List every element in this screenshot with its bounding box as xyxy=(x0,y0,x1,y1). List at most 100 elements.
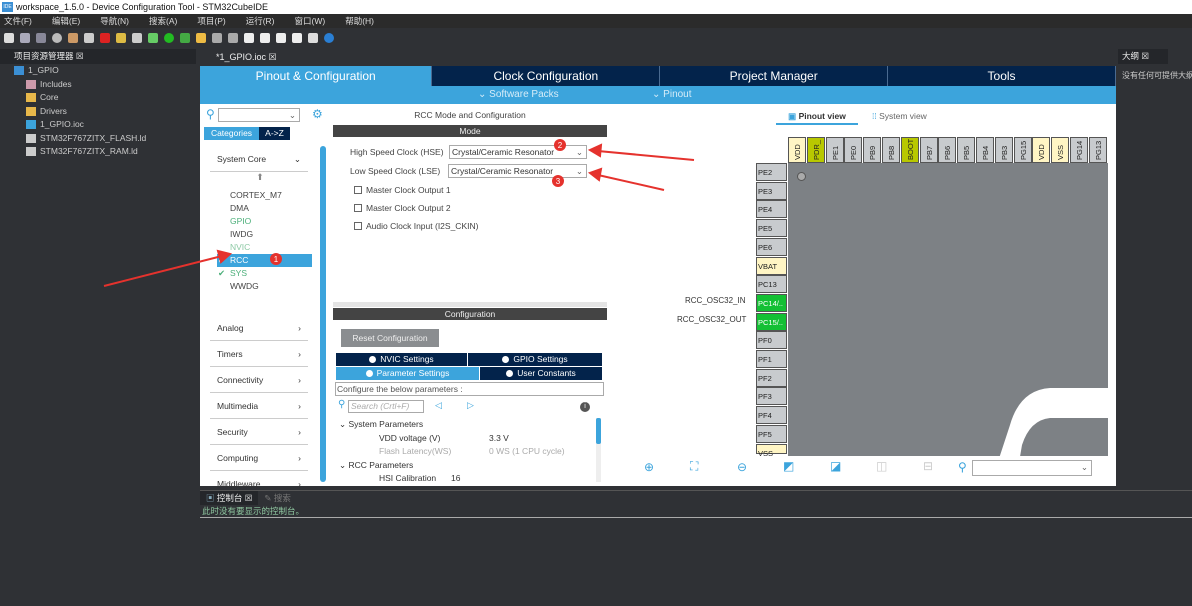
parameter-search-input[interactable]: Search (Crtl+F) xyxy=(348,400,424,413)
menu-edit[interactable]: 编辑(E) xyxy=(48,14,86,28)
pin-pg13[interactable]: PG13 xyxy=(1088,137,1107,163)
pin-search-select[interactable]: ⌄ xyxy=(972,460,1092,476)
tab-tools[interactable]: Tools xyxy=(888,66,1116,86)
category-system-core[interactable]: System Core ⌄ xyxy=(210,146,308,172)
previous-icon[interactable]: ◁ xyxy=(435,400,442,411)
info-icon[interactable]: i xyxy=(580,402,590,412)
pin-pf0[interactable]: PF0 xyxy=(756,331,787,350)
category-item-cortex-m7[interactable]: CORTEX_M7 xyxy=(202,189,318,202)
gear-icon[interactable]: ⚙ xyxy=(312,107,323,121)
menu-search[interactable]: 搜索(A) xyxy=(145,14,183,28)
pin-pb5[interactable]: PB5 xyxy=(957,137,976,163)
pin-pf5[interactable]: PF5 xyxy=(756,424,787,443)
category-item-nvic[interactable]: NVIC xyxy=(202,241,318,254)
checkbox-master-clock-output-2[interactable]: Master Clock Output 2 xyxy=(354,199,478,217)
category-security[interactable]: Security › xyxy=(210,419,308,445)
category-item-dma[interactable]: DMA xyxy=(202,202,318,215)
category-item-rcc[interactable]: ✔ RCC xyxy=(217,254,312,267)
category-item-wwdg[interactable]: WWDG xyxy=(202,280,318,293)
tab-pinout-view[interactable]: ▣ Pinout view xyxy=(776,109,858,125)
pin-pc13[interactable]: PC13 xyxy=(756,275,787,294)
tab-system-view[interactable]: ⁞⁞ System view xyxy=(872,109,942,123)
pin-pf3[interactable]: PF3 xyxy=(756,387,787,406)
pin-pe2[interactable]: PE2 xyxy=(756,163,787,181)
annotation-prev-icon[interactable] xyxy=(228,33,238,43)
software-packs-menu[interactable]: ⌄ Software Packs xyxy=(478,86,559,104)
nav-back-icon[interactable] xyxy=(276,33,286,43)
scrollbar[interactable] xyxy=(320,146,326,482)
pin-pg15[interactable]: PG15 xyxy=(1013,137,1032,163)
menu-window[interactable]: 窗口(W) xyxy=(291,14,332,28)
editor-tab[interactable]: *1_GPIO.ioc ☒ xyxy=(200,50,300,65)
annotation-icon[interactable] xyxy=(212,33,222,43)
pin-pc14[interactable]: PC14/.. xyxy=(756,293,787,312)
pin-pb4[interactable]: PB4 xyxy=(976,137,994,163)
category-analog[interactable]: Analog › xyxy=(210,315,308,341)
tree-item[interactable]: Includes xyxy=(14,78,196,92)
pin-vbat[interactable]: VBAT xyxy=(756,256,787,275)
zoom-in-icon[interactable]: ⊕ xyxy=(644,460,654,474)
tree-item[interactable]: STM32F767ZITX_FLASH.ld xyxy=(14,132,196,146)
pin-pe4[interactable]: PE4 xyxy=(756,200,787,219)
pin-pe3[interactable]: PE3 xyxy=(756,181,787,200)
menu-navigate[interactable]: 导航(N) xyxy=(96,14,135,28)
category-search-input[interactable]: ⌄ xyxy=(218,108,300,122)
gear-icon[interactable] xyxy=(52,33,62,43)
folder-icon[interactable] xyxy=(132,33,142,43)
category-timers[interactable]: Timers › xyxy=(210,341,308,367)
tab-project-manager[interactable]: Project Manager xyxy=(660,66,889,86)
tab-user-constants[interactable]: User Constants xyxy=(480,367,602,380)
menu-run[interactable]: 运行(R) xyxy=(242,14,281,28)
pencil-icon[interactable] xyxy=(196,33,206,43)
pin-vss[interactable]: VSS xyxy=(756,443,787,458)
pin-vdd[interactable]: VDD xyxy=(788,137,806,163)
pin-pg14[interactable]: PG14 xyxy=(1070,137,1088,163)
tree-project[interactable]: 1_GPIO xyxy=(14,64,196,78)
pin-vdd[interactable]: VDD xyxy=(1032,137,1051,163)
pin-pb7[interactable]: PB7 xyxy=(919,137,938,163)
flip-vertical-icon[interactable]: ⊟ xyxy=(923,459,933,473)
rotate-left-icon[interactable]: ◪ xyxy=(830,459,841,473)
tab-pinout-configuration[interactable]: Pinout & Configuration xyxy=(200,66,433,86)
file-icon[interactable] xyxy=(84,33,94,43)
category-item-sys[interactable]: ✔ SYS xyxy=(202,267,318,280)
device-icon[interactable] xyxy=(116,33,126,43)
category-item-iwdg[interactable]: IWDG xyxy=(202,228,318,241)
tree-item[interactable]: STM32F767ZITX_RAM.ld xyxy=(14,145,196,159)
pin-pe1[interactable]: PE1 xyxy=(825,137,844,163)
next-icon[interactable]: ▷ xyxy=(467,400,474,411)
pin-pdr[interactable]: PDR_ xyxy=(806,137,825,163)
flip-horizontal-icon[interactable]: ◫ xyxy=(876,459,887,473)
pin-pf2[interactable]: PF2 xyxy=(756,368,787,387)
tab-a-z[interactable]: A->Z xyxy=(259,127,290,140)
pin-pb6[interactable]: PB6 xyxy=(938,137,957,163)
tree-item[interactable]: 1_GPIO.ioc xyxy=(14,118,196,132)
back-icon[interactable] xyxy=(244,33,254,43)
pin-pe5[interactable]: PE5 xyxy=(756,219,787,238)
search-tab[interactable]: ✎ 搜索 xyxy=(258,491,297,505)
fit-screen-icon[interactable]: ⛶ xyxy=(690,459,698,474)
menu-file[interactable]: 文件(F) xyxy=(0,14,38,28)
pin-pe6[interactable]: PE6 xyxy=(756,237,787,256)
category-computing[interactable]: Computing › xyxy=(210,445,308,471)
hse-select[interactable]: Crystal/Ceramic Resonator ⌄ xyxy=(449,145,587,159)
reset-configuration-button[interactable]: Reset Configuration xyxy=(341,329,439,347)
checkbox-master-clock-output-1[interactable]: Master Clock Output 1 xyxy=(354,181,478,199)
tree-item[interactable]: Drivers xyxy=(14,105,196,119)
section-rcc-parameters[interactable]: ⌄ RCC Parameters xyxy=(339,459,594,473)
nav-forward-icon[interactable] xyxy=(292,33,302,43)
run-icon[interactable] xyxy=(164,33,174,43)
zoom-out-icon[interactable]: ⊖ xyxy=(737,460,747,474)
tab-nvic-settings[interactable]: NVIC Settings xyxy=(336,353,467,366)
tab-categories[interactable]: Categories xyxy=(204,127,259,140)
pin-pf4[interactable]: PF4 xyxy=(756,406,787,425)
new-icon[interactable] xyxy=(4,33,14,43)
save-icon[interactable] xyxy=(20,33,30,43)
pin-pe0[interactable]: PE0 xyxy=(844,137,863,163)
pinout-menu[interactable]: ⌄ Pinout xyxy=(652,86,692,104)
build-icon[interactable] xyxy=(68,33,78,43)
category-item-gpio[interactable]: GPIO xyxy=(202,215,318,228)
pin-boot[interactable]: BOOT xyxy=(900,137,919,163)
tab-clock-configuration[interactable]: Clock Configuration xyxy=(432,66,661,86)
debug-icon[interactable] xyxy=(100,33,110,43)
